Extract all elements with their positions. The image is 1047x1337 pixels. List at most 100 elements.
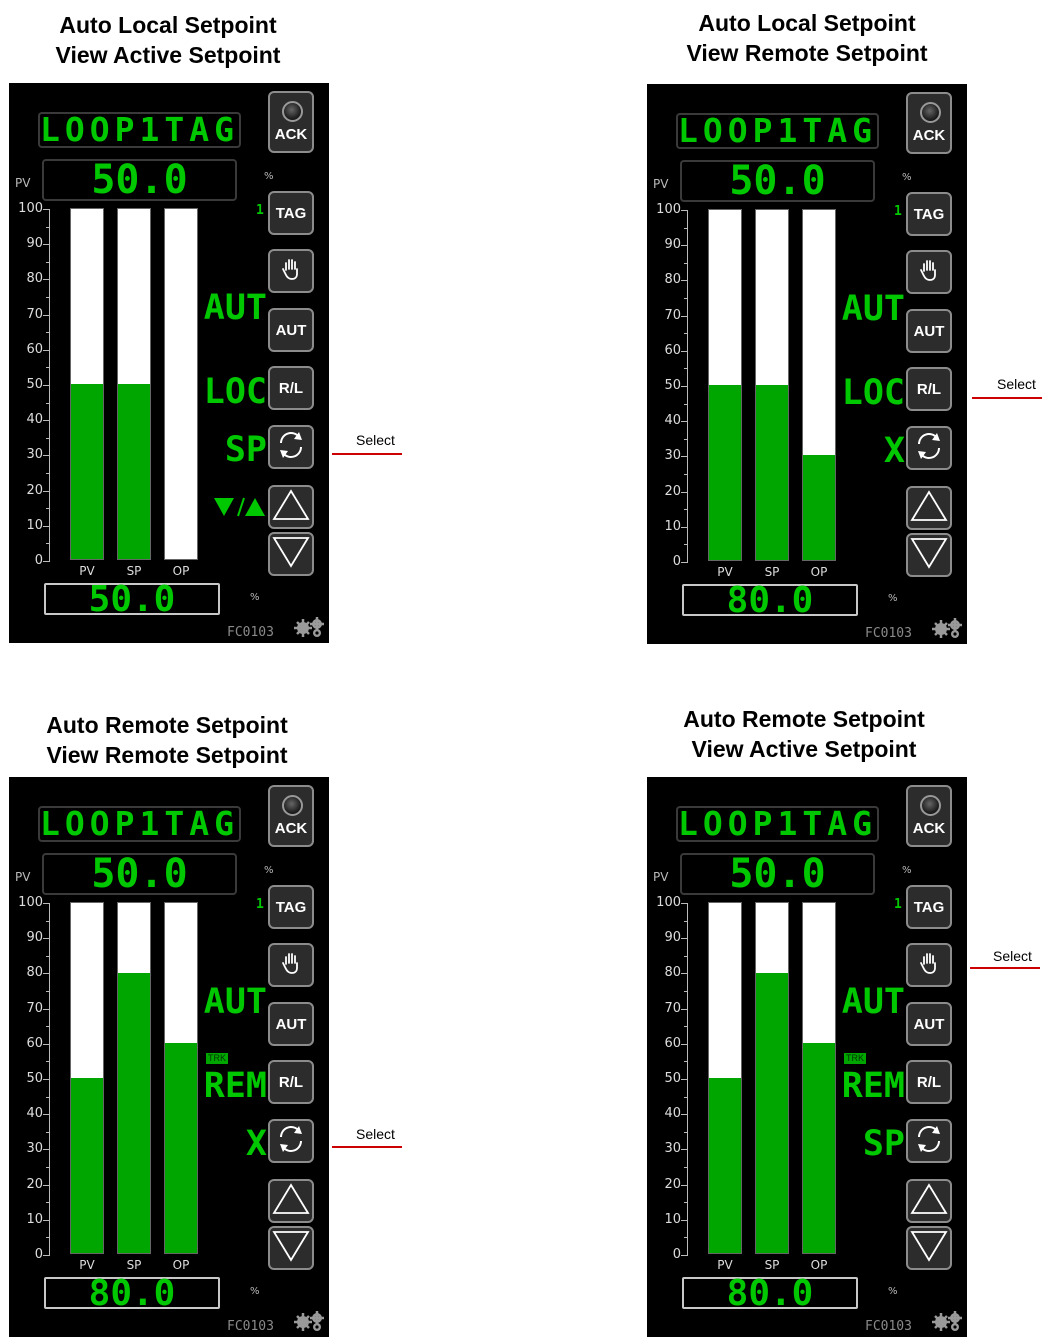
scale-minor-tick [46,1131,50,1133]
scale-minor-tick [46,261,50,263]
manual-hand-button[interactable] [268,249,314,293]
remote-local-button[interactable]: R/L [906,367,952,411]
track-badge: TRK [206,1053,228,1064]
ack-button-label: ACK [912,127,946,144]
gear-icon[interactable] [927,617,967,639]
scale-minor-tick [684,544,688,546]
bargraph-fill [165,1043,197,1253]
select-callout-line [332,1146,402,1148]
scale-tick-label: 90 [26,236,43,252]
setpoint-view-indicator: X [883,431,905,471]
cycle-icon [913,430,945,466]
select-callout-label: Select [993,948,1032,964]
scale-tick [681,526,688,528]
decrease-button[interactable] [268,532,314,576]
gear-icon[interactable] [289,616,329,638]
manual-hand-button[interactable] [906,943,952,987]
scale-minor-tick [684,438,688,440]
bargraph-fill [118,973,150,1253]
gear-icon[interactable] [289,1310,329,1332]
up-triangle-icon [271,487,311,527]
scale-tick [43,1079,50,1080]
control-mode-indicator: AUT [203,982,267,1022]
output-unit: % [888,593,898,604]
scale-tick-label: 100 [656,895,681,910]
scale-minor-tick [46,1202,50,1204]
ack-button-label: ACK [274,820,308,837]
decrease-button[interactable] [906,533,952,577]
scale-tick [43,1008,50,1010]
scale-tick-label: 80 [664,272,681,288]
tag-button[interactable]: TAG [268,885,314,929]
scale-tick-label: 60 [664,342,681,358]
setpoint-cycle-button[interactable] [268,425,314,469]
scale-tick [43,525,50,527]
title-line-1: Auto Local Setpoint [59,12,277,38]
ack-button[interactable]: ACK [906,785,952,847]
ack-button[interactable]: ACK [268,91,314,153]
bargraph-sp [755,209,789,561]
decrease-button[interactable] [268,1226,314,1270]
bargraph-sp [755,902,789,1254]
scale-tick [681,421,688,423]
setpoint-view-indicator: SP [862,1124,905,1164]
scale-tick-label: 10 [26,1211,43,1227]
scale-tick [681,1079,688,1080]
increase-button[interactable] [268,1179,314,1223]
down-triangle-icon [909,535,949,575]
scale-tick-label: 30 [664,1141,681,1157]
scale-tick [681,1043,688,1045]
tag-button[interactable]: TAG [268,191,314,235]
scale-minor-tick [684,1237,688,1239]
panel-title: Auto Local Setpoint View Remote Setpoint [657,8,957,68]
ack-button[interactable]: ACK [268,785,314,847]
scale-tick [681,1149,688,1151]
pv-unit: % [902,865,912,876]
scale-minor-tick [46,226,50,228]
scale-minor-tick [46,508,50,510]
setpoint-cycle-button[interactable] [906,1119,952,1163]
increase-button[interactable] [268,485,314,529]
manual-hand-button[interactable] [268,943,314,987]
scale-tick [43,1184,50,1186]
auto-button[interactable]: AUT [906,1002,952,1046]
increase-button[interactable] [906,486,952,530]
hand-icon [280,951,302,979]
setpoint-cycle-button[interactable] [906,426,952,470]
remote-local-button[interactable]: R/L [268,1060,314,1104]
scale-tick [681,210,688,211]
auto-button[interactable]: AUT [268,308,314,352]
title-line-2: View Active Setpoint [691,736,917,762]
scale-tick [43,1114,50,1116]
ack-button-label: ACK [912,820,946,837]
select-callout-line [332,453,402,455]
gear-icon[interactable] [927,1310,967,1332]
bargraph-fill [709,1078,741,1253]
remote-local-button[interactable]: R/L [268,366,314,410]
scale-minor-tick [684,474,688,475]
tag-button[interactable]: TAG [906,885,952,929]
scale-tick [681,562,688,563]
auto-button[interactable]: AUT [268,1002,314,1046]
setpoint-cycle-button[interactable] [268,1119,314,1163]
title-line-1: Auto Remote Setpoint [46,712,288,738]
tag-code: FC0103 [227,1319,274,1334]
decrease-button[interactable] [906,1226,952,1270]
increase-button[interactable] [906,1179,952,1223]
scale-minor-tick [684,227,688,229]
bargraph-fill [756,973,788,1253]
scale-tick-label: 70 [26,306,43,322]
alarm-led-icon [282,795,303,816]
pv-unit: % [264,171,274,182]
manual-hand-button[interactable] [906,250,952,294]
auto-button[interactable]: AUT [906,309,952,353]
ack-button[interactable]: ACK [906,92,952,154]
remote-local-button[interactable]: R/L [906,1060,952,1104]
scale-tick [681,315,688,317]
scale-tick [681,245,688,247]
controller-screen: LOOP1TAG PV 50.0% 100 90 80 70 60 50 40 30 20 10 0 PV S… [9,83,329,643]
bargraph-label: PV [717,1258,733,1272]
loop-number: 1 [894,897,902,912]
scale-tick [681,1255,688,1256]
tag-button[interactable]: TAG [906,192,952,236]
